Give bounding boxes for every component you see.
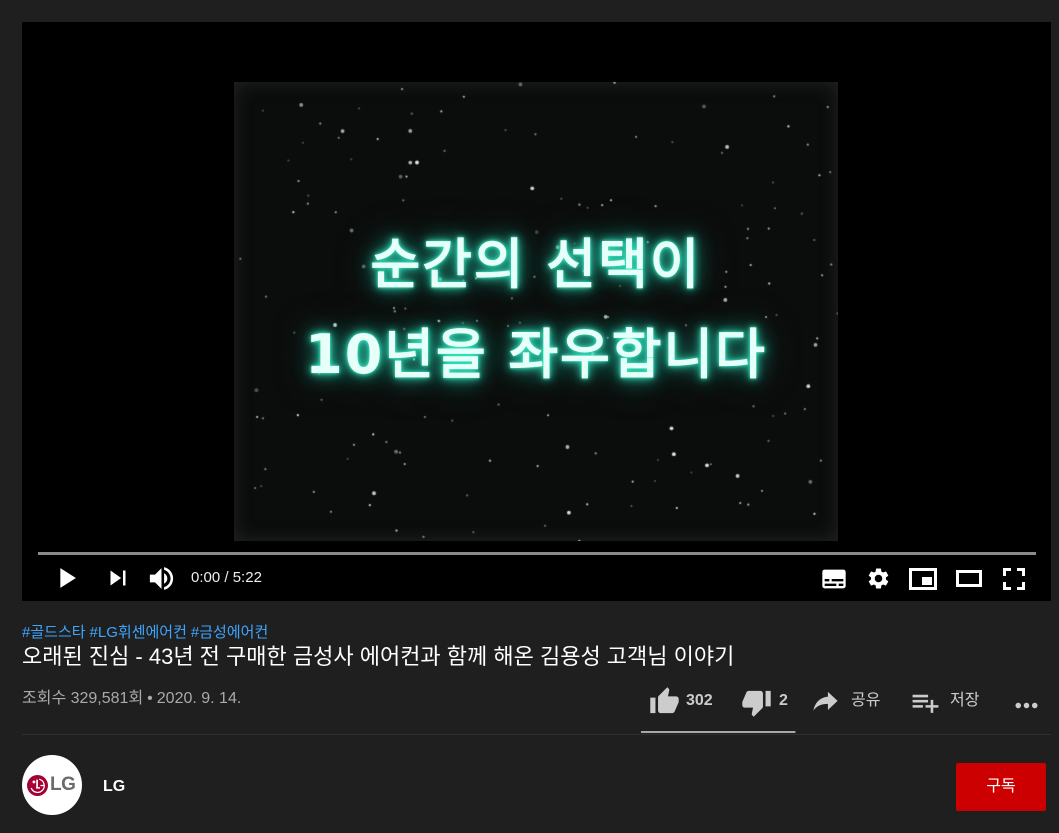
current-time: 0:00 [191,569,221,586]
channel-name[interactable]: LG [103,777,125,797]
play-icon [60,568,76,588]
video-caption-line-1: 순간의 선택이 [370,233,702,296]
meta-separator: • [147,690,153,707]
next-icon [110,570,125,586]
play-button[interactable] [49,561,83,595]
video-meta: 조회수 329,581회 • 2020. 9. 14. [22,688,241,710]
playlist-add-icon [912,694,938,713]
settings-icon [868,568,889,589]
share-icon [812,691,838,711]
time-separator: / [220,569,233,586]
volume-button[interactable] [146,563,177,594]
theater-mode-button[interactable] [955,570,982,587]
next-button[interactable] [103,563,133,593]
miniplayer-button[interactable] [909,567,937,590]
star-field [234,82,838,541]
divider [22,734,1051,735]
subtitles-button[interactable] [820,565,848,593]
sentiment-like-fill [641,731,795,733]
time-display: 0:00 / 5:22 [191,569,262,587]
dislike-button[interactable]: 2 [732,683,796,719]
sentiment-bar [641,731,796,733]
hashtag-link[interactable]: #골드스타 [22,624,86,641]
fullscreen-icon [1002,567,1025,590]
video-caption-line-2: 10년을 좌우합니다 [305,323,767,386]
more-horiz-icon [1015,702,1037,708]
hashtag-link[interactable]: #금성에어컨 [191,624,268,641]
upload-date: 2020. 9. 14. [156,690,242,707]
fullscreen-button[interactable] [1002,567,1025,590]
video-title: 오래된 진심 - 43년 전 구매한 금성사 에어컨과 함께 해온 김용성 고객… [22,644,735,669]
volume-icon [149,566,174,590]
settings-button[interactable] [866,566,891,591]
share-button[interactable]: 공유 [804,683,896,719]
lg-logo-icon [27,774,48,796]
like-button[interactable]: 302 [640,683,724,719]
hashtag-link[interactable]: #LG휘센에어컨 [90,624,187,641]
miniplayer-icon [909,567,937,590]
like-count: 302 [686,692,713,709]
video-player[interactable]: 순간의 선택이 10년을 좌우합니다 0:00 / 5:22 [22,22,1051,601]
save-label: 저장 [950,692,980,709]
logo-wordmark: LG [50,774,76,795]
thumb-down-icon [741,690,771,717]
thumb-up-icon [649,686,679,713]
save-button[interactable]: 저장 [902,683,994,719]
subtitles-icon [821,569,846,588]
view-count: 조회수 329,581회 [22,690,144,707]
dislike-count: 2 [779,692,788,709]
hashtags: #골드스타 #LG휘센에어컨 #금성에어컨 [22,623,272,643]
progress-bar[interactable] [38,552,1036,555]
share-label: 공유 [851,692,881,709]
video-surface[interactable]: 순간의 선택이 10년을 좌우합니다 [234,82,838,541]
channel-avatar[interactable]: LG [22,755,82,815]
duration: 5:22 [232,569,262,586]
more-actions-button[interactable] [1006,685,1046,725]
theater-mode-icon [955,570,982,587]
subscribe-button[interactable]: 구독 [956,763,1046,811]
